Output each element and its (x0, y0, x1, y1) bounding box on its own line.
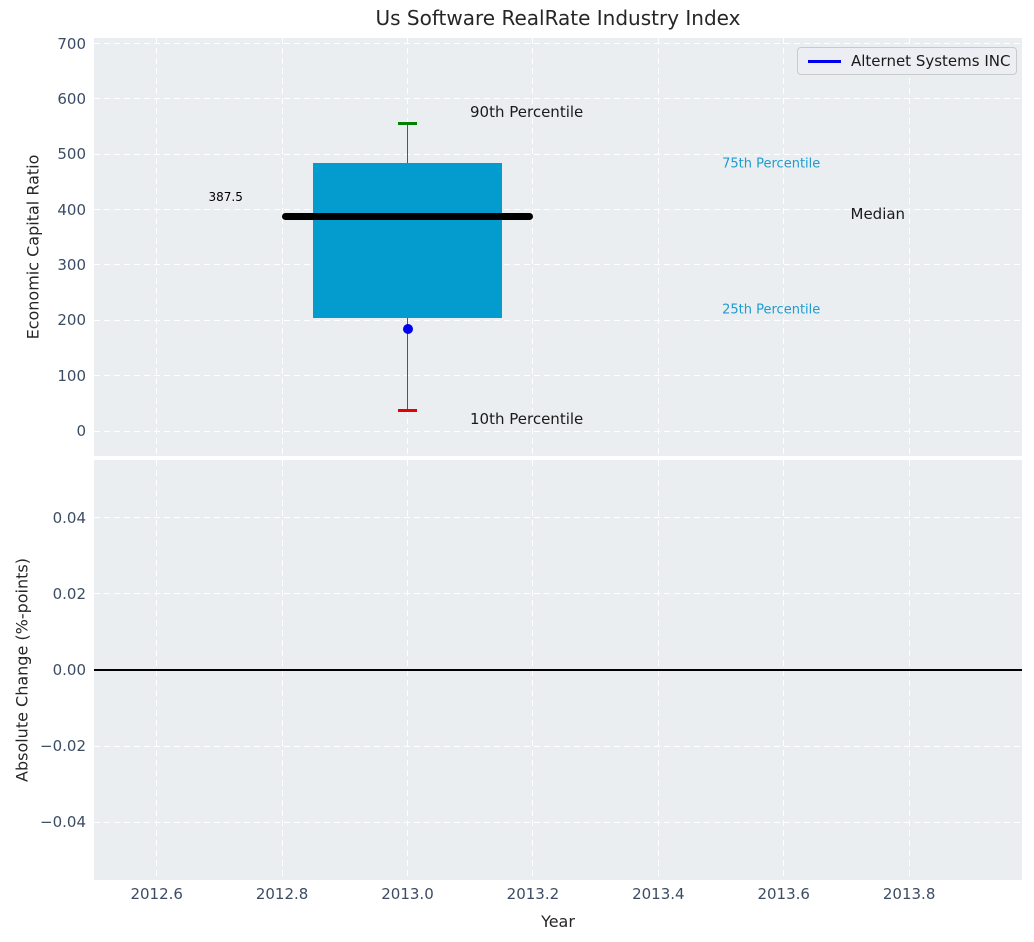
h-gridline (94, 593, 1022, 595)
annotation-10th-percentile: 10th Percentile (470, 409, 584, 428)
y-tick-label: 0.04 (52, 508, 86, 527)
p10-cap (398, 408, 417, 412)
legend-line-swatch (808, 59, 841, 63)
y-tick-label: 600 (57, 89, 86, 108)
legend: Alternet Systems INC (797, 47, 1017, 75)
x-tick-label: 2012.6 (130, 885, 183, 903)
h-gridline (94, 517, 1022, 519)
h-gridline (94, 821, 1022, 823)
annotation-90th-percentile: 90th Percentile (470, 103, 584, 122)
annotation-25th-percentile: 25th Percentile (722, 302, 821, 318)
v-gridline (532, 38, 534, 456)
h-gridline (94, 319, 1022, 321)
median-line (282, 213, 533, 221)
y-tick-label: 0.02 (52, 584, 86, 603)
zero-line (94, 669, 1022, 671)
y-tick-label: 500 (57, 145, 86, 164)
p90-cap (398, 122, 417, 126)
h-gridline (94, 264, 1022, 266)
v-gridline (908, 38, 910, 456)
chart-title: Us Software RealRate Industry Index (375, 6, 741, 30)
x-axis-label: Year (541, 912, 575, 931)
v-gridline (156, 38, 158, 456)
h-gridline (94, 98, 1022, 100)
x-tick-label: 2013.6 (757, 885, 810, 903)
bottom-axes-plot-area (94, 460, 1022, 880)
h-gridline (94, 430, 1022, 432)
h-gridline (94, 43, 1022, 45)
h-gridline (94, 375, 1022, 377)
x-tick-label: 2013.0 (381, 885, 434, 903)
y-tick-label: 0.00 (52, 661, 86, 679)
v-gridline (783, 38, 785, 456)
y-tick-label: 0 (76, 422, 86, 441)
x-tick-label: 2012.8 (255, 885, 309, 903)
annotation-75th-percentile: 75th Percentile (722, 156, 821, 172)
legend-label: Alternet Systems INC (851, 52, 1011, 70)
x-tick-label: 2013.4 (632, 885, 685, 903)
y-tick-label: 300 (57, 255, 86, 274)
h-gridline (94, 153, 1022, 155)
iqr-box (313, 162, 502, 318)
annotation-387-5: 387.5 (208, 189, 243, 204)
x-tick-label: 2013.2 (506, 885, 560, 903)
top-axes-plot-area: 387.5 90th Percentile 10th Percentile 75th … (94, 38, 1022, 456)
y-tick-label: 700 (57, 34, 86, 53)
y-tick-label: −0.04 (40, 813, 86, 832)
v-gridline (281, 38, 283, 456)
y-tick-label: 200 (57, 311, 86, 330)
y-tick-label: 100 (57, 366, 86, 385)
y-tick-label: 400 (57, 200, 86, 219)
chart-figure: Us Software RealRate Industry Index 387.… (0, 0, 1034, 942)
v-gridline (657, 38, 659, 456)
h-gridline (94, 745, 1022, 747)
annotation-median: Median (850, 205, 906, 224)
x-tick-label: 2013.8 (882, 885, 936, 903)
company-data-point (402, 323, 413, 334)
y-tick-label: −0.02 (40, 737, 86, 756)
